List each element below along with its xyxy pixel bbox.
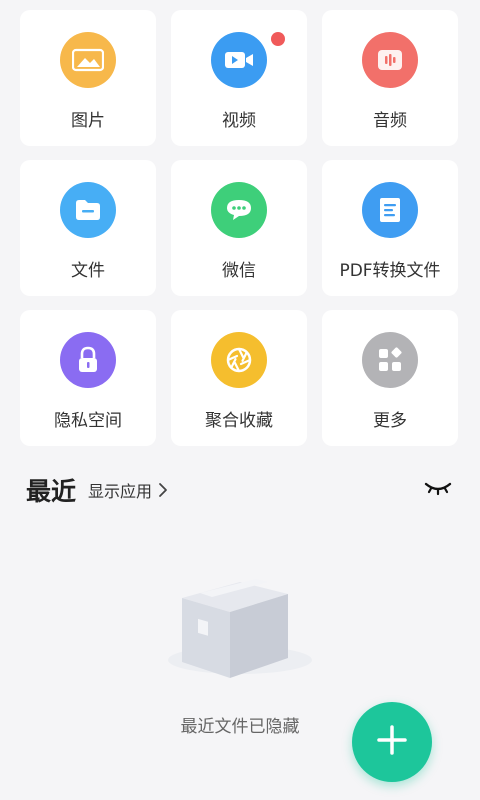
audio-icon <box>362 32 418 88</box>
plus-icon <box>375 723 409 761</box>
add-button[interactable] <box>352 702 432 782</box>
folder-icon <box>60 182 116 238</box>
category-documents[interactable]: 文件 <box>20 160 156 296</box>
show-apps-button[interactable]: 显示应用 <box>88 478 168 502</box>
category-label: 视频 <box>222 111 256 131</box>
hide-eye-icon[interactable] <box>424 478 452 502</box>
wechat-icon <box>211 182 267 238</box>
new-badge-dot <box>271 32 285 46</box>
category-label: PDF转换文件 <box>339 261 441 281</box>
category-label: 图片 <box>71 111 105 131</box>
category-label: 微信 <box>222 261 256 281</box>
category-audio[interactable]: 音频 <box>322 10 458 146</box>
more-apps-icon <box>362 332 418 388</box>
show-apps-label: 显示应用 <box>88 482 153 501</box>
image-icon <box>60 32 116 88</box>
category-wechat[interactable]: 微信 <box>171 160 307 296</box>
empty-box-illustration <box>160 550 320 690</box>
file-manager-home: 图片 视频 音频 文件 微信 PDF转换文件 隐私空间 聚合收藏 更多 最近 显… <box>0 0 480 800</box>
recent-title: 最近 <box>26 477 77 506</box>
category-grid: 图片 视频 音频 文件 微信 PDF转换文件 隐私空间 聚合收藏 更多 <box>20 10 460 446</box>
category-private-space[interactable]: 隐私空间 <box>20 310 156 446</box>
category-label: 聚合收藏 <box>205 411 273 431</box>
chevron-right-icon <box>158 482 168 498</box>
aperture-icon <box>211 332 267 388</box>
category-label: 更多 <box>373 411 407 431</box>
category-images[interactable]: 图片 <box>20 10 156 146</box>
category-videos[interactable]: 视频 <box>171 10 307 146</box>
category-more[interactable]: 更多 <box>322 310 458 446</box>
video-icon <box>211 32 267 88</box>
lock-icon <box>60 332 116 388</box>
category-aggregated-favorites[interactable]: 聚合收藏 <box>171 310 307 446</box>
category-pdf-convert[interactable]: PDF转换文件 <box>322 160 458 296</box>
category-label: 隐私空间 <box>54 411 122 431</box>
recent-section-header: 最近 显示应用 <box>26 470 456 510</box>
category-label: 文件 <box>71 261 105 281</box>
pdf-document-icon <box>362 182 418 238</box>
category-label: 音频 <box>373 111 407 131</box>
